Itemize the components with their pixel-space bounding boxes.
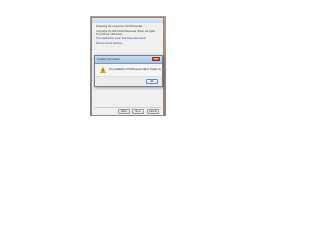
next-button[interactable]: Next [132, 109, 144, 114]
installer-footer-divider [94, 107, 161, 108]
cancel-button[interactable]: Cancel [147, 109, 159, 114]
dialog-titlebar[interactable]: Installer Information ✕ [95, 56, 162, 64]
dialog-footer: OK [95, 76, 162, 86]
installer-heading: Preparing the sequence of ProPresenter [96, 25, 143, 28]
installer-options: Review Guide Settings [96, 42, 123, 45]
installer-titlebar [92, 18, 163, 23]
dialog-title: Installer Information [97, 58, 120, 61]
installer-dependencies-link[interactable]: This application uses: See Dependencies … [96, 37, 146, 40]
back-button[interactable]: Back [118, 109, 130, 114]
close-icon[interactable]: ✕ [152, 57, 160, 61]
installer-instruction: To continue, click Next. [96, 33, 123, 36]
error-dialog: Installer Information ✕ The installation… [94, 55, 163, 87]
screen: Preparing the sequence of ProPresenter C… [0, 0, 334, 250]
warning-icon [100, 67, 106, 73]
ok-button[interactable]: OK [146, 79, 158, 84]
dialog-message: The installation of ProPresenter failed.… [109, 68, 161, 71]
